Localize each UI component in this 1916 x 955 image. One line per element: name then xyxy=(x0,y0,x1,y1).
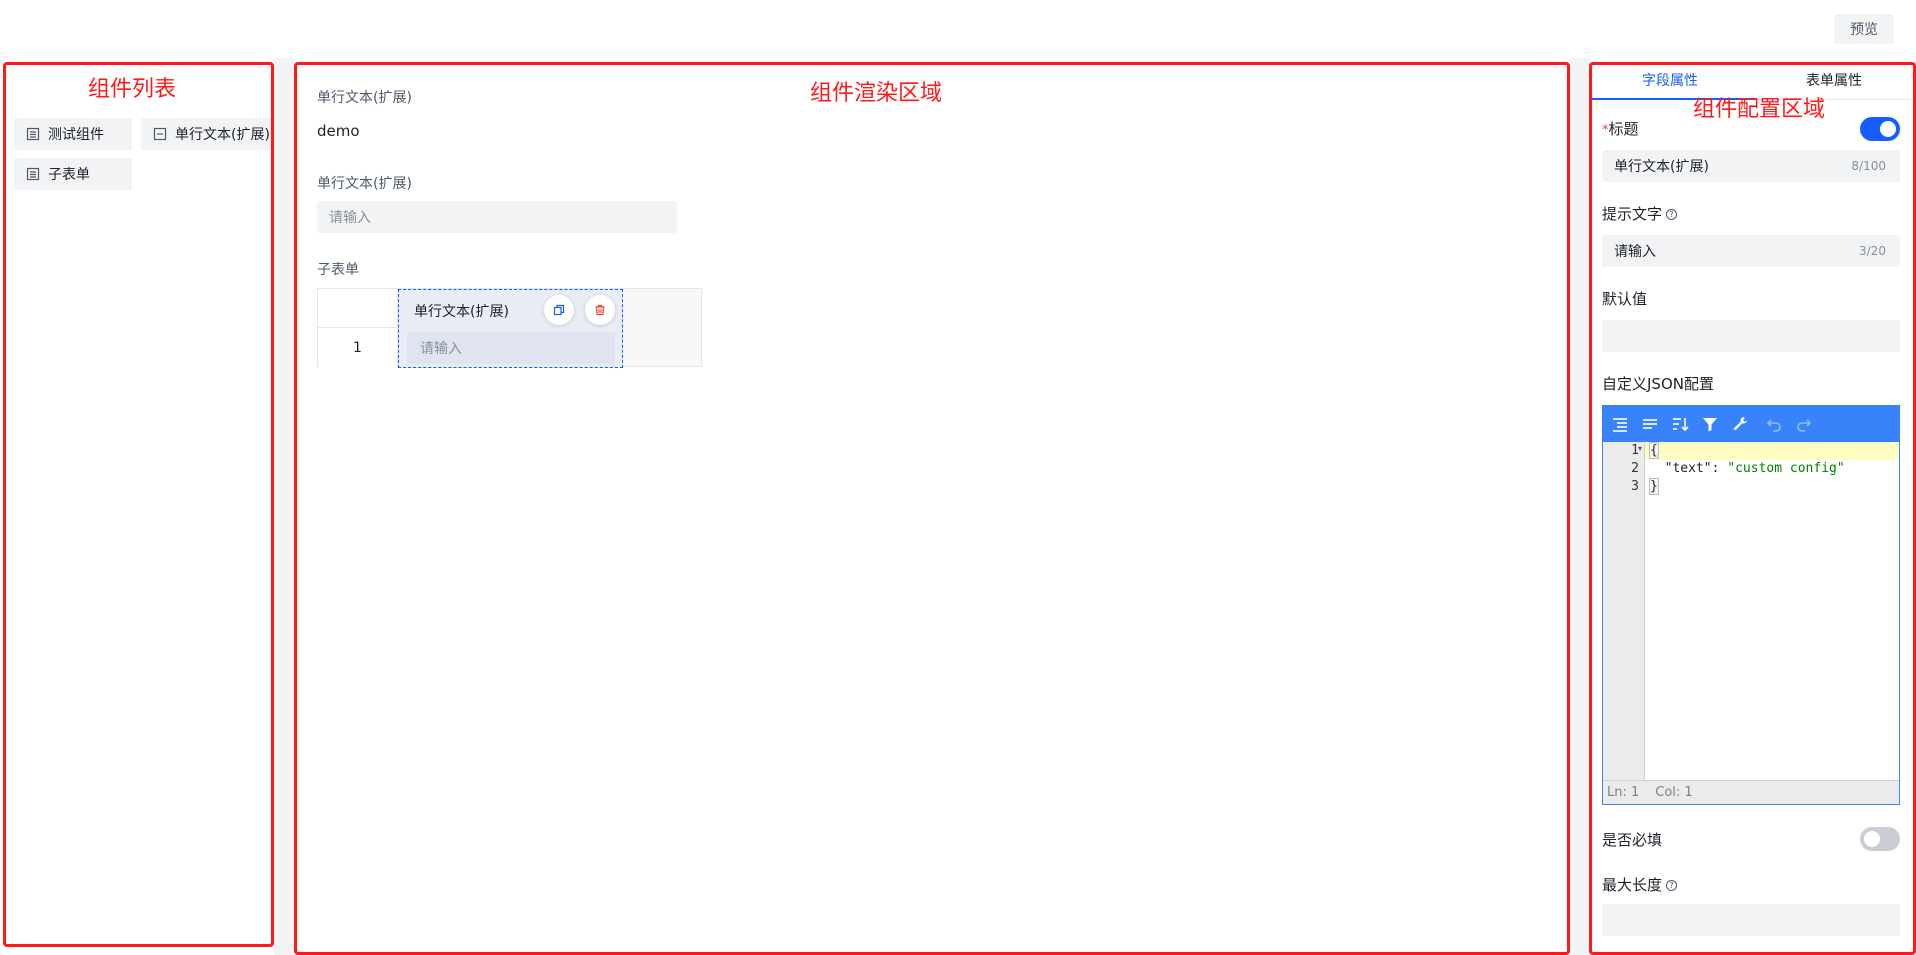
help-icon[interactable]: ? xyxy=(1666,880,1678,891)
copy-icon xyxy=(553,304,565,316)
text-input-icon xyxy=(153,127,167,141)
title-input-value: 单行文本(扩展) xyxy=(1614,159,1709,175)
tab-active-indicator xyxy=(1590,98,1755,100)
field-value[interactable]: demo xyxy=(317,122,360,140)
line-number: 1 xyxy=(1631,443,1639,458)
compact-icon[interactable] xyxy=(1641,415,1659,433)
line-number: 3 xyxy=(1631,479,1639,494)
top-bar: 预览 xyxy=(0,0,1916,58)
toggle-knob xyxy=(1880,121,1896,137)
tab-form-props[interactable]: 表单属性 xyxy=(1806,70,1862,90)
active-line-highlight xyxy=(1645,442,1899,460)
gutter-right xyxy=(1570,58,1590,955)
default-value-label: 默认值 xyxy=(1602,290,1648,308)
help-icon[interactable]: ? xyxy=(1666,209,1678,220)
component-item-test[interactable]: 测试组件 xyxy=(14,118,132,150)
delete-button[interactable] xyxy=(585,295,615,325)
text-input[interactable]: 请输入 xyxy=(317,201,677,233)
code-string: "custom config" xyxy=(1727,461,1845,476)
max-length-input[interactable] xyxy=(1602,904,1900,936)
list-doc-icon xyxy=(26,127,40,141)
code-line-1: { xyxy=(1649,442,1659,459)
char-count: 8/100 xyxy=(1851,159,1886,173)
trash-icon xyxy=(595,304,605,316)
subform-label: 子表单 xyxy=(317,262,359,278)
subform-table: 1 单行文本(扩展) 请输入 xyxy=(317,288,702,368)
tab-field-props[interactable]: 字段属性 xyxy=(1642,70,1698,90)
status-column: Col: 1 xyxy=(1655,785,1693,800)
component-item-label: 测试组件 xyxy=(48,127,104,143)
config-panel: 字段属性 表单属性 *标题 单行文本(扩展) 8/100 提示文字? 请输入 3/2… xyxy=(1590,58,1916,955)
field-label: 单行文本(扩展) xyxy=(317,176,412,192)
placeholder-label-text: 提示文字 xyxy=(1602,205,1663,223)
placeholder-input[interactable]: 请输入 3/20 xyxy=(1602,235,1900,267)
list-doc-icon xyxy=(26,167,40,181)
component-item-label: 单行文本(扩展) xyxy=(175,127,270,143)
preview-button[interactable]: 预览 xyxy=(1834,14,1894,44)
json-editor-gutter: 1 ▾ 2 3 xyxy=(1603,442,1645,780)
form-canvas xyxy=(294,58,1570,955)
json-editor-toolbar xyxy=(1603,406,1899,442)
gutter-left xyxy=(274,58,294,955)
fold-arrow-icon[interactable]: ▾ xyxy=(1638,444,1642,453)
code-brace: { xyxy=(1649,442,1659,459)
code-line-3: } xyxy=(1649,478,1659,495)
component-list-panel: 测试组件 单行文本(扩展) 子表单 xyxy=(0,58,274,955)
index-column-header xyxy=(318,289,398,328)
title-input[interactable]: 单行文本(扩展) 8/100 xyxy=(1602,150,1900,182)
required-label: 是否必填 xyxy=(1602,831,1663,849)
char-count: 3/20 xyxy=(1859,244,1886,258)
column-header: 单行文本(扩展) xyxy=(414,304,509,320)
code-line-2: "text": "custom config" xyxy=(1649,461,1845,476)
title-label-text: 标题 xyxy=(1608,120,1639,138)
field-label: 单行文本(扩展) xyxy=(317,90,412,106)
redo-icon[interactable] xyxy=(1795,415,1813,433)
default-value-input[interactable] xyxy=(1602,320,1900,352)
sort-icon[interactable] xyxy=(1671,415,1689,433)
title-label: *标题 xyxy=(1602,118,1639,139)
placeholder-input-value: 请输入 xyxy=(1614,244,1656,260)
component-item-text-ext[interactable]: 单行文本(扩展) xyxy=(141,118,274,150)
subform-column-selected[interactable]: 单行文本(扩展) 请输入 xyxy=(398,289,623,368)
code-key: "text" xyxy=(1664,461,1712,476)
json-editor-statusbar: Ln: 1 Col: 1 xyxy=(1603,780,1899,804)
max-length-label: 最大长度? xyxy=(1602,874,1678,895)
placeholder-label: 提示文字? xyxy=(1602,203,1678,224)
max-length-label-text: 最大长度 xyxy=(1602,876,1663,894)
repair-wrench-icon[interactable] xyxy=(1731,415,1749,433)
toggle-knob xyxy=(1864,831,1880,847)
code-colon: : xyxy=(1711,461,1728,476)
status-line: Ln: 1 xyxy=(1607,785,1640,800)
required-toggle[interactable] xyxy=(1860,827,1900,851)
filter-icon[interactable] xyxy=(1701,415,1719,433)
row-index: 1 xyxy=(318,328,398,367)
format-icon[interactable] xyxy=(1611,415,1629,433)
json-config-label: 自定义JSON配置 xyxy=(1602,375,1714,393)
undo-icon[interactable] xyxy=(1765,415,1783,433)
copy-button[interactable] xyxy=(544,295,574,325)
cell-input[interactable]: 请输入 xyxy=(407,332,615,364)
component-item-label: 子表单 xyxy=(48,167,90,183)
code-brace: } xyxy=(1649,478,1659,495)
json-editor[interactable]: 1 ▾ 2 3 { "text": "custom config" } Ln: … xyxy=(1602,405,1900,805)
component-item-subform[interactable]: 子表单 xyxy=(14,158,132,190)
line-number: 2 xyxy=(1631,461,1639,476)
title-toggle[interactable] xyxy=(1860,117,1900,141)
